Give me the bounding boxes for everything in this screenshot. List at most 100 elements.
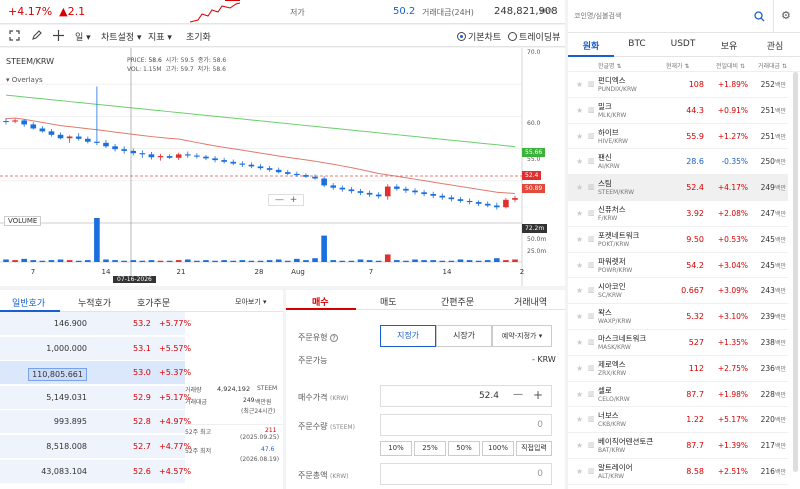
chart-settings-select[interactable]: 차트설정 ▾ <box>101 30 142 43</box>
favorite-star-icon[interactable]: ★ <box>576 286 583 295</box>
group-view-select[interactable]: 모아보기 ▾ <box>235 297 267 307</box>
coin-volume: 252백만 <box>760 80 786 89</box>
reserved-order-select[interactable]: 예약-지정가 ▾ <box>492 325 552 347</box>
tradingview-radio[interactable]: 트레이딩뷰 <box>508 30 560 43</box>
order-form: 매수 매도 간편주문 거래내역 주문유형 ? 지정가 시장가 예약-지정가 ▾ … <box>286 290 565 489</box>
coin-row[interactable]: ★ ▥ 알트레이어 ALT/KRW 8.58 +2.51% 216백만 <box>568 459 788 485</box>
market-order-button[interactable]: 시장가 <box>436 325 492 347</box>
coin-row[interactable]: ★ ▥ 포켓네트워크 POKT/KRW 9.50 +0.53% 245백만 <box>568 227 788 253</box>
help-icon[interactable]: ? <box>330 334 338 342</box>
coin-row[interactable]: ★ ▥ 제로엑스 ZRX/KRW 112 +2.75% 236백만 <box>568 356 788 382</box>
coin-search-input[interactable] <box>574 7 758 25</box>
quantity-input[interactable]: 0 <box>380 414 552 436</box>
tab-cumulative-orderbook[interactable]: 누적호가 <box>78 296 111 309</box>
orderbook-row[interactable]: 993.895 52.8 +4.97% <box>0 410 191 435</box>
coin-row[interactable]: ★ ▥ 스팀 STEEM/KRW 52.4 +4.17% 249백만 <box>568 175 788 201</box>
favorite-star-icon[interactable]: ★ <box>576 338 583 347</box>
coin-row[interactable]: ★ ▥ 베이직어텐션토큰 BAT/KRW 87.7 +1.39% 217백만 <box>568 433 788 459</box>
pct-100-button[interactable]: 100% <box>482 441 514 456</box>
coin-change: -0.35% <box>721 157 748 167</box>
price-increase-button[interactable]: + <box>533 388 543 402</box>
tab-simple-order[interactable]: 간편주문 <box>441 295 474 308</box>
coin-row[interactable]: ★ ▥ 너보스 CKB/KRW 1.22 +5.17% 220백만 <box>568 407 788 434</box>
coin-row[interactable]: ★ ▥ 시아코인 SC/KRW 0.667 +3.09% 243백만 <box>568 278 788 305</box>
price-chart[interactable]: 7142128Aug7142 70.060.055.045.050.0m25.0… <box>0 48 565 286</box>
total-input[interactable]: 0 <box>380 463 552 485</box>
favorite-star-icon[interactable]: ★ <box>576 467 583 476</box>
favorite-star-icon[interactable]: ★ <box>576 106 583 115</box>
favorite-star-icon[interactable]: ★ <box>576 364 583 373</box>
favorite-star-icon[interactable]: ★ <box>576 312 583 321</box>
tab-btc[interactable]: BTC <box>614 39 660 49</box>
candle-body <box>194 155 200 157</box>
tab-buy[interactable]: 매수 <box>312 295 329 308</box>
favorite-star-icon[interactable]: ★ <box>576 132 583 141</box>
orderbook-row[interactable]: 43,083.104 52.6 +4.57% <box>0 459 191 484</box>
basic-chart-radio[interactable]: 기본차트 <box>457 30 501 43</box>
orderbook-row[interactable]: 5,149.031 52.9 +5.17% <box>0 385 191 410</box>
ask-price: 53.2 <box>133 319 151 328</box>
x-tick-label: 21 <box>177 268 186 276</box>
crosshair-icon[interactable] <box>53 30 64 41</box>
favorite-star-icon[interactable]: ★ <box>576 80 583 89</box>
orderbook-row[interactable]: 8,518.008 52.7 +4.77% <box>0 435 191 459</box>
zoom-controls[interactable]: — + <box>268 194 305 206</box>
ask-price: 53.0 <box>133 368 151 378</box>
reset-button[interactable]: 초기화 <box>186 30 211 43</box>
candle-body <box>94 141 100 143</box>
chart-mini-icon: ▥ <box>588 260 595 269</box>
overlays-toggle[interactable]: ▾ Overlays <box>6 76 43 84</box>
favorite-star-icon[interactable]: ★ <box>576 441 583 450</box>
orderbook-row[interactable]: 1,000.000 53.1 +5.57% <box>0 336 191 361</box>
direct-input-button[interactable]: 직접입력 <box>516 441 552 456</box>
search-icon[interactable] <box>754 11 765 22</box>
tab-sell[interactable]: 매도 <box>380 295 397 308</box>
coin-row[interactable]: ★ ▥ 하이브 HIVE/KRW 55.9 +1.27% 251백만 <box>568 124 788 150</box>
pct-10-button[interactable]: 10% <box>380 441 412 456</box>
coin-row[interactable]: ★ ▥ 왁스 WAXP/KRW 5.32 +3.10% 239백만 <box>568 304 788 330</box>
sort-price[interactable]: 현재가 ⇅ <box>666 61 690 70</box>
period-select[interactable]: 일 ▾ <box>75 30 91 43</box>
coin-row[interactable]: ★ ▥ 셀로 CELO/KRW 87.7 +1.98% 228백만 <box>568 382 788 408</box>
sort-volume[interactable]: 거래대금 ⇅ <box>758 61 787 70</box>
coin-row[interactable]: ★ ▥ 신퓨처스 F/KRW 3.92 +2.08% 247백만 <box>568 201 788 227</box>
indicator-select[interactable]: 지표 ▾ <box>148 30 172 43</box>
fullscreen-icon[interactable] <box>9 30 20 41</box>
coin-row[interactable]: ★ ▥ 펀디엑스 PUNDIX/KRW 108 +1.89% 252백만 <box>568 72 788 98</box>
candlestick-chart[interactable]: 7142128Aug7142 70.060.055.045.050.0m25.0… <box>0 48 565 286</box>
sort-change[interactable]: 전일대비 ⇅ <box>716 61 745 70</box>
sort-name[interactable]: 한글명 ⇅ <box>598 61 622 70</box>
volume-bar <box>103 259 109 262</box>
volume-bar <box>30 260 37 262</box>
tab-holdings[interactable]: 보유 <box>706 39 752 52</box>
pct-50-button[interactable]: 50% <box>448 441 480 456</box>
tab-favorites[interactable]: 관심 <box>752 39 798 52</box>
favorite-star-icon[interactable]: ★ <box>576 209 583 218</box>
tab-usdt[interactable]: USDT <box>660 39 706 49</box>
coin-row[interactable]: ★ ▥ 마스크네트워크 MASK/KRW 527 +1.35% 238백만 <box>568 330 788 356</box>
favorite-star-icon[interactable]: ★ <box>576 235 583 244</box>
tab-trade-history[interactable]: 거래내역 <box>514 295 547 308</box>
favorite-star-icon[interactable]: ★ <box>576 390 583 399</box>
orderbook-row[interactable]: 110,805.661 53.0 +5.37% <box>0 361 191 386</box>
tab-general-orderbook[interactable]: 일반호가 <box>12 296 45 309</box>
gear-icon[interactable]: ⚙ <box>781 9 791 22</box>
tab-orderbook-order[interactable]: 호가주문 <box>137 296 170 309</box>
volume-unit: KRW <box>540 8 554 15</box>
coin-row[interactable]: ★ ▥ 팬신 AI/KRW 28.6 -0.35% 250백만 <box>568 149 788 176</box>
tab-krw[interactable]: 원화 <box>568 39 614 52</box>
pencil-icon[interactable] <box>31 30 42 41</box>
limit-order-button[interactable]: 지정가 <box>380 325 436 347</box>
favorite-star-icon[interactable]: ★ <box>576 157 583 166</box>
coin-row[interactable]: ★ ▥ 파워렛저 POWR/KRW 54.2 +3.04% 245백만 <box>568 253 788 279</box>
coin-row[interactable]: ★ ▥ 밀크 MLK/KRW 44.3 +0.91% 251백만 <box>568 98 788 124</box>
favorite-star-icon[interactable]: ★ <box>576 415 583 424</box>
candle-body <box>421 192 427 195</box>
favorite-star-icon[interactable]: ★ <box>576 261 583 270</box>
pct-25-button[interactable]: 25% <box>414 441 446 456</box>
favorite-star-icon[interactable]: ★ <box>576 183 583 192</box>
price-decrease-button[interactable]: — <box>513 389 523 400</box>
market-list-scrollbar[interactable] <box>793 72 798 472</box>
price-input[interactable]: 52.4 — + <box>380 385 552 407</box>
orderbook-row[interactable]: 146.900 53.2 +5.77% <box>0 312 191 336</box>
